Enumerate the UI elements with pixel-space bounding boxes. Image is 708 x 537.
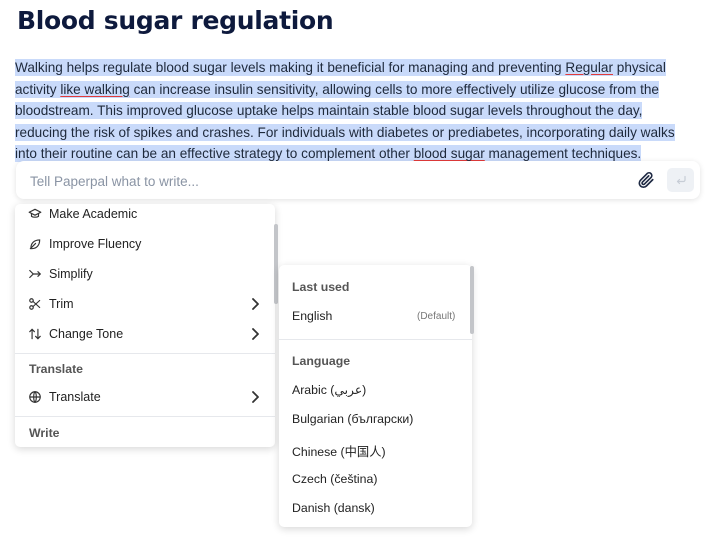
language-submenu: Last used English (Default) Language Ara… [279, 265, 472, 527]
actions-menu-scrollbar[interactable] [274, 224, 278, 304]
scissors-icon [27, 296, 43, 312]
enter-icon[interactable] [667, 168, 694, 192]
leaf-icon [27, 236, 43, 252]
selected-text-4[interactable]: management techniques. [484, 145, 642, 163]
language-menu-scrollbar[interactable] [470, 266, 474, 334]
menu-item-translate[interactable]: Translate [15, 383, 275, 411]
document-title: Blood sugar regulation [17, 6, 334, 35]
menu-item-simplify[interactable]: Simplify [15, 260, 275, 288]
prompt-input[interactable] [28, 169, 592, 193]
menu-item-improve-fluency[interactable]: Improve Fluency [15, 230, 275, 258]
chevron-right-icon [249, 297, 261, 311]
language-option-danish[interactable]: Danish (dansk) [292, 501, 375, 515]
section-heading-language: Language [292, 354, 351, 368]
menu-divider [15, 416, 275, 417]
language-option-arabic[interactable]: Arabic (عربي) [292, 383, 366, 397]
language-option-czech[interactable]: Czech (čeština) [292, 472, 377, 486]
simplify-arrow-icon [27, 266, 43, 282]
section-heading-translate: Translate [29, 362, 83, 376]
language-option-bulgarian[interactable]: Bulgarian (български) [292, 412, 413, 426]
globe-icon [27, 389, 43, 405]
menu-item-label: Translate [49, 390, 101, 404]
flagged-phrase-like-walking[interactable]: like walking [60, 80, 130, 98]
writing-actions-menu: Make Academic Improve Fluency Simplify T… [15, 204, 275, 447]
chevron-right-icon [249, 390, 261, 404]
language-option-chinese[interactable]: Chinese (中国人) [292, 442, 386, 460]
menu-item-label: Improve Fluency [49, 237, 142, 251]
prompt-box [16, 161, 700, 199]
paperclip-icon[interactable] [636, 170, 656, 190]
language-option-english[interactable]: English [292, 309, 332, 323]
menu-divider [15, 353, 275, 354]
swap-arrows-icon [27, 326, 43, 342]
menu-item-label: Trim [49, 297, 74, 311]
document-paragraph[interactable]: Walking helps regulate blood sugar level… [15, 57, 695, 165]
graduation-cap-icon [27, 206, 43, 222]
section-heading-write: Write [29, 426, 60, 440]
menu-item-trim[interactable]: Trim [15, 290, 275, 318]
menu-item-change-tone[interactable]: Change Tone [15, 320, 275, 348]
default-tag: (Default) [417, 311, 456, 322]
menu-item-label: Make Academic [49, 207, 138, 221]
menu-item-label: Simplify [49, 267, 93, 281]
menu-divider [279, 339, 472, 340]
selected-text-1[interactable]: Walking helps regulate blood sugar level… [15, 59, 566, 76]
flagged-phrase-blood-sugar[interactable]: blood sugar [413, 145, 485, 163]
chevron-right-icon [249, 327, 261, 341]
menu-item-label: Change Tone [49, 327, 124, 341]
section-heading-last-used: Last used [292, 280, 350, 294]
flagged-word-regular[interactable]: Regular [565, 59, 613, 76]
menu-item-make-academic[interactable]: Make Academic [15, 204, 275, 228]
